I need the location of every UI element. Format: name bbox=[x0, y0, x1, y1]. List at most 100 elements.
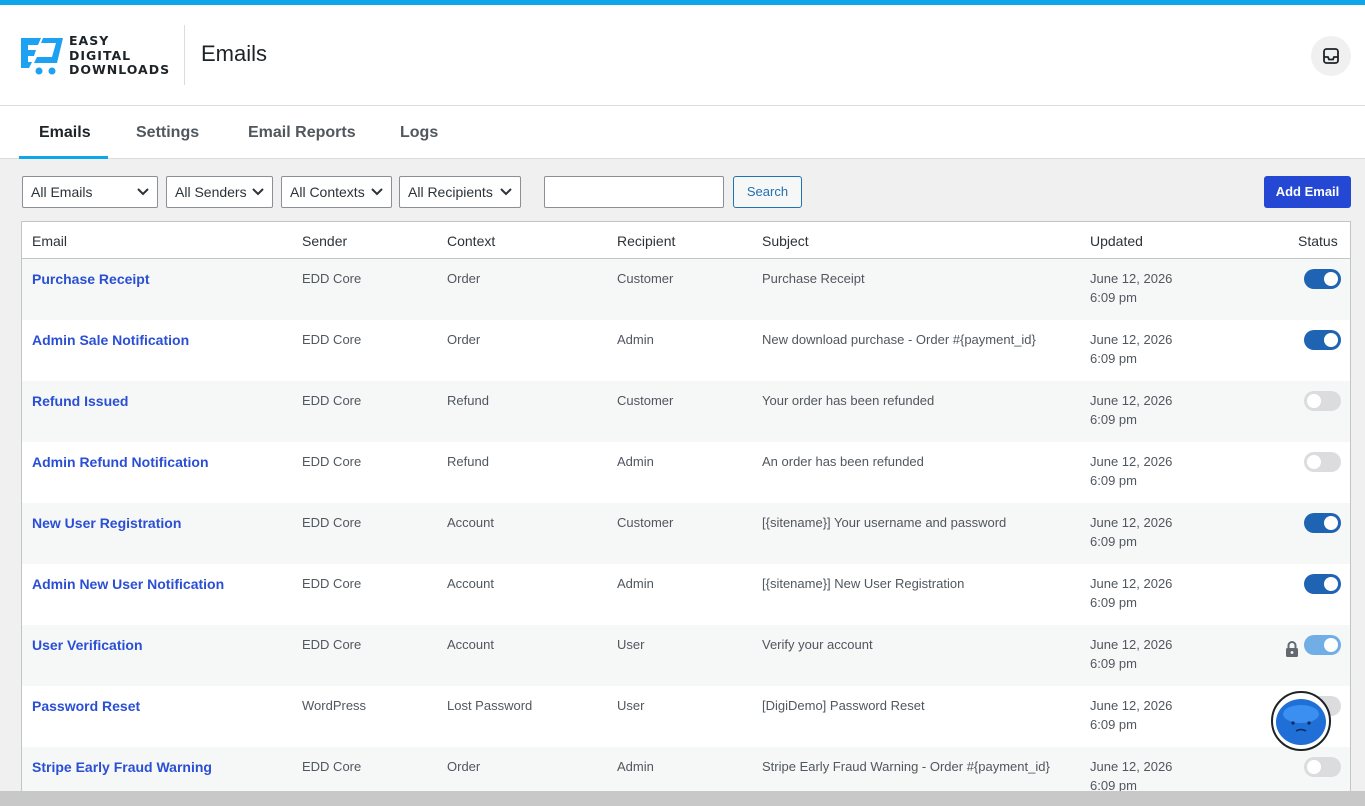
updated-cell: June 12, 2026 6:09 pm bbox=[1090, 635, 1172, 673]
chevron-down-icon bbox=[252, 188, 264, 196]
updated-time: 6:09 pm bbox=[1090, 656, 1137, 671]
lock-icon bbox=[1286, 641, 1298, 657]
email-name-link[interactable]: Stripe Early Fraud Warning bbox=[32, 759, 212, 775]
updated-cell: June 12, 2026 6:09 pm bbox=[1090, 330, 1172, 368]
sender-cell: EDD Core bbox=[302, 332, 362, 347]
table-row: Password Reset WordPress Lost Password User… bbox=[22, 686, 1350, 747]
bottom-shade bbox=[0, 791, 1365, 806]
status-toggle bbox=[1304, 635, 1341, 655]
status-toggle[interactable] bbox=[1304, 269, 1341, 289]
updated-date: June 12, 2026 bbox=[1090, 454, 1173, 469]
table-row: Admin Refund Notification EDD Core Refund A… bbox=[22, 442, 1350, 503]
email-name-link[interactable]: Admin New User Notification bbox=[32, 576, 224, 592]
updated-date: June 12, 2026 bbox=[1090, 271, 1173, 286]
status-toggle[interactable] bbox=[1304, 757, 1341, 777]
subject-cell: Purchase Receipt bbox=[762, 271, 865, 286]
subject-cell: An order has been refunded bbox=[762, 454, 924, 469]
inbox-button[interactable] bbox=[1311, 36, 1351, 76]
email-name-link[interactable]: Purchase Receipt bbox=[32, 271, 150, 287]
status-toggle[interactable] bbox=[1304, 330, 1341, 350]
subject-cell: Your order has been refunded bbox=[762, 393, 935, 408]
email-name-link[interactable]: Admin Refund Notification bbox=[32, 454, 209, 470]
updated-time: 6:09 pm bbox=[1090, 412, 1137, 427]
recipient-cell: Admin bbox=[617, 576, 654, 591]
recipient-cell: Customer bbox=[617, 515, 674, 530]
subject-cell: Verify your account bbox=[762, 637, 873, 652]
toggle-knob bbox=[1307, 455, 1321, 469]
column-header-recipient: Recipient bbox=[617, 233, 676, 249]
updated-date: June 12, 2026 bbox=[1090, 698, 1173, 713]
column-header-context: Context bbox=[447, 233, 496, 249]
column-header-updated: Updated bbox=[1090, 233, 1143, 249]
recipients-filter-value: All Recipients bbox=[408, 184, 493, 200]
context-cell: Order bbox=[447, 332, 481, 347]
tab-emails[interactable]: Emails bbox=[19, 106, 108, 159]
toggle-knob bbox=[1324, 577, 1338, 591]
search-input[interactable] bbox=[544, 176, 724, 208]
column-header-email[interactable]: Email bbox=[32, 233, 67, 249]
status-toggle[interactable] bbox=[1304, 574, 1341, 594]
updated-cell: June 12, 2026 6:09 pm bbox=[1090, 452, 1172, 490]
updated-time: 6:09 pm bbox=[1090, 717, 1137, 732]
status-toggle[interactable] bbox=[1304, 452, 1341, 472]
recipient-cell: Customer bbox=[617, 393, 674, 408]
context-cell: Refund bbox=[447, 454, 489, 469]
context-cell: Order bbox=[447, 759, 481, 774]
context-cell: Account bbox=[447, 515, 494, 530]
header-divider bbox=[184, 25, 185, 85]
subject-cell: Stripe Early Fraud Warning - Order #{pay… bbox=[762, 759, 1050, 774]
table-row: Purchase Receipt EDD Core Order Customer Pur… bbox=[22, 259, 1350, 320]
emails-filter-value: All Emails bbox=[31, 184, 93, 200]
updated-date: June 12, 2026 bbox=[1090, 393, 1173, 408]
email-name-link[interactable]: New User Registration bbox=[32, 515, 181, 531]
chevron-down-icon bbox=[137, 188, 149, 196]
header: EASY DIGITAL DOWNLOADS Emails bbox=[0, 5, 1365, 106]
status-toggle[interactable] bbox=[1304, 391, 1341, 411]
recipient-cell: Customer bbox=[617, 271, 674, 286]
sender-cell: EDD Core bbox=[302, 759, 362, 774]
add-email-button[interactable]: Add Email bbox=[1264, 176, 1351, 208]
updated-cell: June 12, 2026 6:09 pm bbox=[1090, 574, 1172, 612]
tab-logs[interactable]: Logs bbox=[380, 106, 458, 159]
updated-cell: June 12, 2026 6:09 pm bbox=[1090, 757, 1172, 795]
page-title: Emails bbox=[201, 41, 268, 66]
column-header-sender: Sender bbox=[302, 233, 348, 249]
emails-filter-select[interactable]: All Emails bbox=[22, 176, 158, 208]
emails-table: Email Sender Context Recipient Subject U… bbox=[21, 221, 1351, 806]
email-name-link[interactable]: Refund Issued bbox=[32, 393, 128, 409]
mascot-avatar-icon[interactable] bbox=[1271, 691, 1331, 751]
table-header: Email Sender Context Recipient Subject U… bbox=[22, 222, 1350, 259]
sender-cell: EDD Core bbox=[302, 393, 362, 408]
context-cell: Account bbox=[447, 576, 494, 591]
email-name-link[interactable]: Admin Sale Notification bbox=[32, 332, 189, 348]
toggle-knob bbox=[1324, 272, 1338, 286]
email-name-link[interactable]: Password Reset bbox=[32, 698, 140, 714]
contexts-filter-select[interactable]: All Contexts bbox=[281, 176, 392, 208]
chevron-down-icon bbox=[371, 188, 383, 196]
recipient-cell: Admin bbox=[617, 759, 654, 774]
sender-cell: EDD Core bbox=[302, 515, 362, 530]
tab-settings[interactable]: Settings bbox=[116, 106, 219, 159]
tab-email-reports[interactable]: Email Reports bbox=[228, 106, 376, 159]
table-row: Refund Issued EDD Core Refund Customer Your … bbox=[22, 381, 1350, 442]
toggle-knob bbox=[1324, 638, 1338, 652]
sender-cell: EDD Core bbox=[302, 637, 362, 652]
sender-cell: WordPress bbox=[302, 698, 367, 713]
updated-date: June 12, 2026 bbox=[1090, 332, 1173, 347]
updated-cell: June 12, 2026 6:09 pm bbox=[1090, 513, 1172, 551]
senders-filter-select[interactable]: All Senders bbox=[166, 176, 273, 208]
status-toggle[interactable] bbox=[1304, 513, 1341, 533]
recipients-filter-select[interactable]: All Recipients bbox=[399, 176, 521, 208]
search-button[interactable]: Search bbox=[733, 176, 802, 208]
updated-cell: June 12, 2026 6:09 pm bbox=[1090, 269, 1172, 307]
updated-time: 6:09 pm bbox=[1090, 534, 1137, 549]
filter-bar: All Emails All Senders All Contexts All … bbox=[0, 176, 1365, 208]
table-row: Admin New User Notification EDD Core Accou… bbox=[22, 564, 1350, 625]
updated-cell: June 12, 2026 6:09 pm bbox=[1090, 696, 1172, 734]
updated-time: 6:09 pm bbox=[1090, 290, 1137, 305]
subject-cell: [{sitename}] Your username and password bbox=[762, 515, 1007, 530]
chevron-down-icon bbox=[500, 188, 512, 196]
brand-wordmark: EASY DIGITAL DOWNLOADS bbox=[69, 33, 170, 78]
updated-time: 6:09 pm bbox=[1090, 473, 1137, 488]
email-name-link[interactable]: User Verification bbox=[32, 637, 143, 653]
